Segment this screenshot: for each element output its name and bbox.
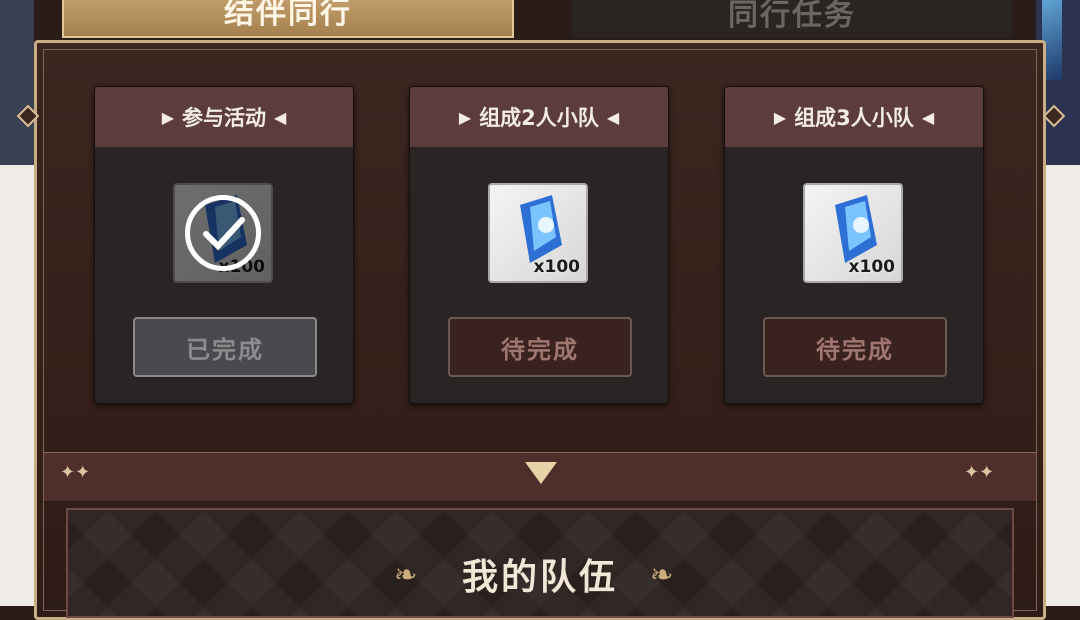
- task-card-header: ▶ 组成3人小队 ◀: [725, 87, 983, 147]
- triangle-right-icon: ▶: [458, 107, 472, 127]
- background-floor-right: [1040, 165, 1080, 606]
- sparkle-icon: ✦✦: [60, 462, 91, 483]
- task-card-body: x100 待完成: [725, 147, 983, 403]
- task-card-header: ▶ 组成2人小队 ◀: [410, 87, 668, 147]
- tab-companion-label: 结伴同行: [224, 0, 352, 31]
- team-section-title: 我的队伍: [461, 557, 618, 598]
- tab-companion-tasks[interactable]: 同行任务: [572, 0, 1012, 38]
- triangle-left-icon: ◀: [606, 107, 620, 127]
- arrow-down-icon: [525, 462, 557, 484]
- reward-quantity: x100: [533, 257, 580, 277]
- laurel-right-icon: ❧: [650, 558, 674, 591]
- triangle-right-icon: ▶: [773, 107, 787, 127]
- task-card: ▶ 组成3人小队 ◀ x100 待完成: [724, 86, 984, 404]
- checkmark-icon: [185, 195, 261, 271]
- tab-companion[interactable]: 结伴同行: [62, 0, 514, 38]
- task-title: 参与活动: [182, 106, 266, 130]
- task-card: ▶ 组成2人小队 ◀ x100 待完成: [409, 86, 669, 404]
- task-status-button[interactable]: 待完成: [448, 317, 632, 377]
- task-status-button[interactable]: 待完成: [763, 317, 947, 377]
- task-card-header: ▶ 参与活动 ◀: [95, 87, 353, 147]
- triangle-right-icon: ▶: [161, 107, 174, 127]
- reward-quantity: x100: [848, 257, 895, 277]
- sparkle-icon: ✦✦: [964, 462, 995, 483]
- task-card-body: x100 已完成: [95, 147, 353, 403]
- triangle-left-icon: ◀: [274, 107, 287, 127]
- task-title: 组成2人小队: [479, 106, 599, 130]
- task-status-button[interactable]: 已完成: [133, 317, 317, 377]
- task-card-body: x100 待完成: [410, 147, 668, 403]
- task-title: 组成3人小队: [794, 106, 914, 130]
- reward-item[interactable]: x100: [803, 183, 903, 283]
- task-card: ▶ 参与活动 ◀ x100 已完成: [94, 86, 354, 404]
- tab-companion-tasks-label: 同行任务: [728, 0, 856, 33]
- reward-item[interactable]: x100: [488, 183, 588, 283]
- triangle-left-icon: ◀: [921, 107, 935, 127]
